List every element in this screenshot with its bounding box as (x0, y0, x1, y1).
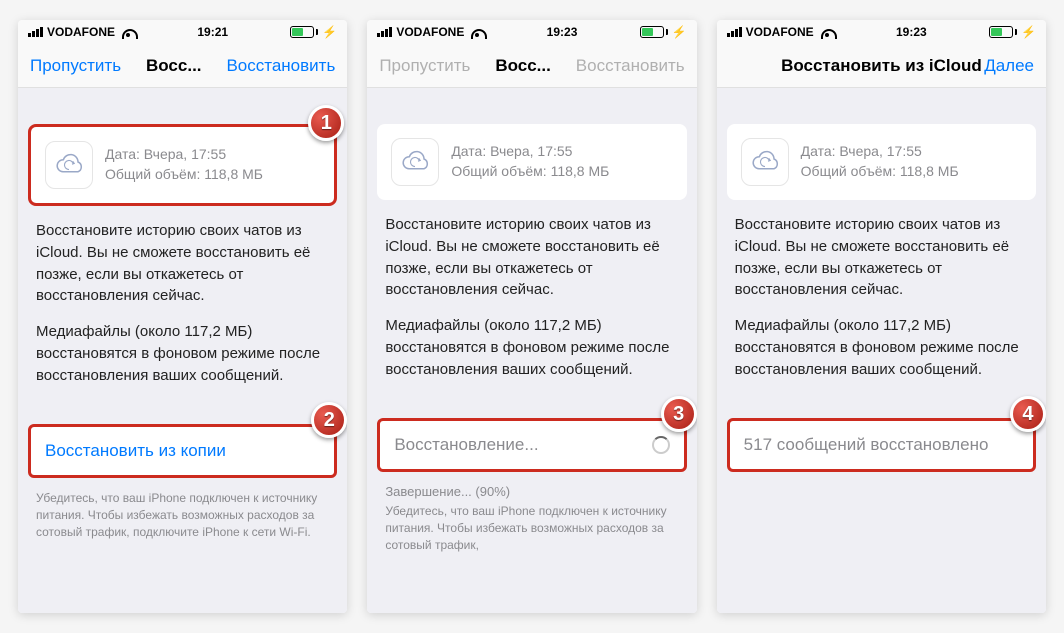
restore-description-1: Восстановите историю своих чатов из iClo… (367, 210, 696, 301)
step-badge-3: 3 (661, 396, 697, 432)
step-badge-2: 2 (311, 402, 347, 438)
clock: 19:23 (547, 25, 578, 39)
backup-card: Дата: Вчера, 17:55 Общий объём: 118,8 МБ (377, 124, 686, 200)
restore-from-copy-button[interactable]: Восстановить из копии (28, 424, 337, 478)
restore-description-2: Медиафайлы (около 117,2 МБ) восстановятс… (367, 301, 696, 380)
status-bar: VODAFONE 19:21 ⚡ (18, 20, 347, 44)
phone-screen-1: VODAFONE 19:21 ⚡ Пропустить Восс... Восс… (18, 20, 347, 613)
step-badge-1: 1 (308, 105, 344, 141)
carrier-label: VODAFONE (746, 25, 814, 39)
restore-description-1: Восстановите историю своих чатов из iClo… (18, 216, 347, 307)
backup-date: Дата: Вчера, 17:55 (801, 142, 959, 162)
restoring-row: Восстановление... (377, 418, 686, 472)
wifi-icon (121, 25, 135, 39)
status-bar: VODAFONE 19:23 ⚡ (367, 20, 696, 44)
restored-count-row: 517 сообщений восстановлено (727, 418, 1036, 472)
wifi-icon (820, 25, 834, 39)
cloud-restore-icon (391, 138, 439, 186)
nav-bar: Пропустить Восс... Восстановить (367, 44, 696, 88)
battery-icon: ⚡ (640, 25, 687, 39)
signal-icon (727, 27, 742, 37)
restore-description-2: Медиафайлы (около 117,2 МБ) восстановятс… (717, 301, 1046, 380)
backup-card[interactable]: 1 Дата: Вчера, 17:55 Общий объём: 118,8 … (28, 124, 337, 206)
nav-bar: Пропустить Восс... Восстановить (18, 44, 347, 88)
restore-description-1: Восстановите историю своих чатов из iClo… (717, 210, 1046, 301)
cloud-restore-icon (741, 138, 789, 186)
clock: 19:23 (896, 25, 927, 39)
backup-size: Общий объём: 118,8 МБ (105, 165, 263, 185)
spinner-icon (652, 436, 670, 454)
footer-hint: Убедитесь, что ваш iPhone подключен к ис… (18, 486, 347, 540)
action-label: Восстановить из копии (45, 441, 226, 461)
step-badge-4: 4 (1010, 396, 1046, 432)
nav-restore-button[interactable]: Восстановить (226, 56, 335, 76)
nav-skip-button[interactable]: Пропустить (30, 56, 121, 76)
battery-icon: ⚡ (989, 25, 1036, 39)
battery-icon: ⚡ (290, 25, 337, 39)
nav-next-button[interactable]: Далее (984, 56, 1034, 76)
clock: 19:21 (197, 25, 228, 39)
nav-title: Восс... (478, 56, 568, 76)
backup-size: Общий объём: 118,8 МБ (451, 162, 609, 182)
nav-title: Восстановить из iCloud (779, 56, 985, 76)
backup-size: Общий объём: 118,8 МБ (801, 162, 959, 182)
wifi-icon (470, 25, 484, 39)
signal-icon (377, 27, 392, 37)
backup-card: Дата: Вчера, 17:55 Общий объём: 118,8 МБ (727, 124, 1036, 200)
phone-screen-3: VODAFONE 19:23 ⚡ Восстановить из iCloud … (717, 20, 1046, 613)
backup-date: Дата: Вчера, 17:55 (105, 145, 263, 165)
nav-title: Восс... (129, 56, 219, 76)
phone-screen-2: VODAFONE 19:23 ⚡ Пропустить Восс... Восс… (367, 20, 696, 613)
nav-skip-button: Пропустить (379, 56, 470, 76)
nav-bar: Восстановить из iCloud Далее (717, 44, 1046, 88)
carrier-label: VODAFONE (396, 25, 464, 39)
signal-icon (28, 27, 43, 37)
action-label: 517 сообщений восстановлено (744, 435, 989, 455)
cloud-restore-icon (45, 141, 93, 189)
completion-progress: Завершение... (90%) (367, 480, 696, 499)
restore-description-2: Медиафайлы (около 117,2 МБ) восстановятс… (18, 307, 347, 386)
carrier-label: VODAFONE (47, 25, 115, 39)
action-label: Восстановление... (394, 435, 538, 455)
footer-hint: Убедитесь, что ваш iPhone подключен к ис… (367, 499, 696, 553)
status-bar: VODAFONE 19:23 ⚡ (717, 20, 1046, 44)
nav-restore-button: Восстановить (576, 56, 685, 76)
backup-date: Дата: Вчера, 17:55 (451, 142, 609, 162)
